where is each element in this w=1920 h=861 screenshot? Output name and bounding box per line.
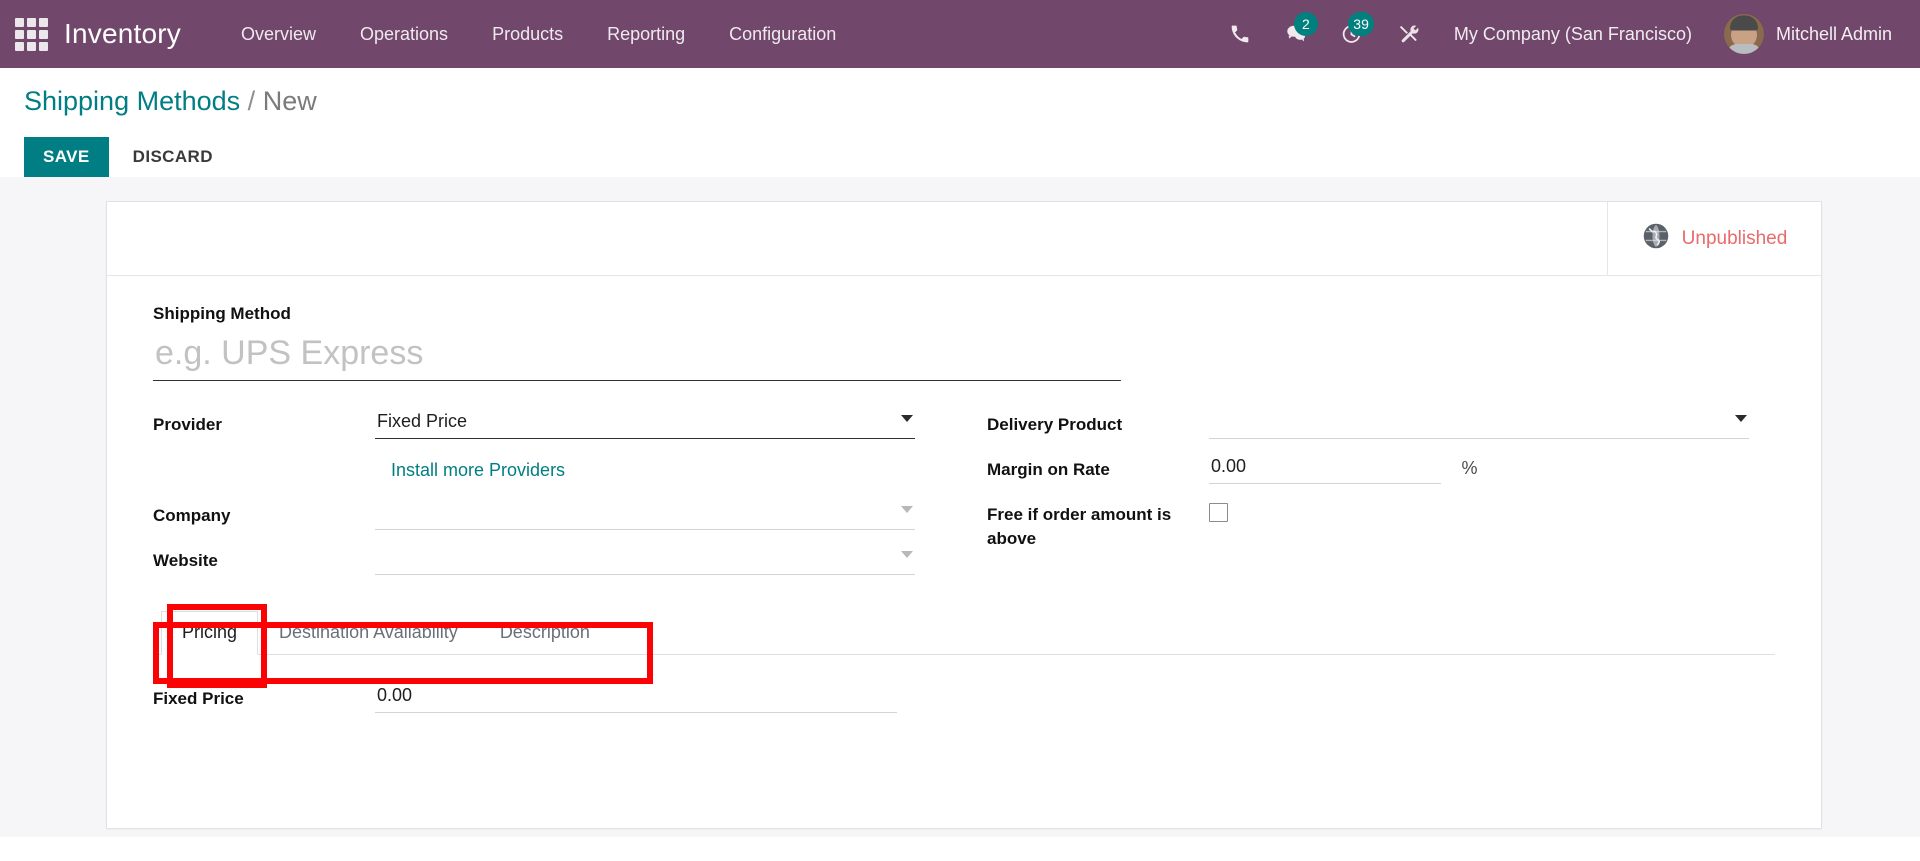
- avatar-shirt: [1726, 44, 1761, 54]
- company-control: [375, 498, 915, 530]
- form-sheet: Unpublished Shipping Method Provider Fix…: [106, 201, 1822, 829]
- field-margin-on-rate: Margin on Rate 0.00 %: [987, 452, 1749, 486]
- messages-icon[interactable]: 2: [1268, 9, 1324, 59]
- website-control: [375, 543, 915, 575]
- company-select[interactable]: [375, 498, 915, 530]
- grid-cell: [14, 29, 24, 39]
- publish-state-label: Unpublished: [1681, 227, 1788, 249]
- form-grid: Provider Fixed Price Install more Provid…: [153, 407, 1775, 588]
- control-panel-buttons: SAVE DISCARD: [24, 137, 1920, 177]
- margin-on-rate-control: 0.00 %: [1209, 452, 1749, 484]
- breadcrumb-separator: /: [247, 86, 256, 116]
- activities-clock-icon[interactable]: 39: [1324, 9, 1380, 59]
- menu-item-reporting[interactable]: Reporting: [585, 14, 707, 55]
- percent-suffix: %: [1461, 458, 1478, 478]
- shipping-method-input[interactable]: [153, 332, 1121, 381]
- menu-item-configuration[interactable]: Configuration: [707, 14, 858, 55]
- field-provider: Provider Fixed Price: [153, 407, 915, 441]
- install-providers-control: Install more Providers: [375, 452, 915, 487]
- menu-item-products[interactable]: Products: [470, 14, 585, 55]
- discard-button[interactable]: DISCARD: [109, 137, 237, 177]
- fixed-price-control: 0.00: [375, 681, 897, 713]
- notebook-tabs: Pricing Destination Availability Descrip…: [153, 610, 1775, 655]
- install-providers-spacer: [153, 452, 375, 458]
- publish-toggle[interactable]: Unpublished: [1607, 202, 1821, 275]
- statusbar-left-spacer: [107, 202, 1607, 275]
- breadcrumb-shipping-methods[interactable]: Shipping Methods: [24, 86, 240, 116]
- menu-item-operations[interactable]: Operations: [338, 14, 470, 55]
- activities-badge: 39: [1348, 12, 1374, 36]
- grid-cell: [26, 17, 36, 27]
- install-more-providers-link[interactable]: Install more Providers: [391, 460, 565, 481]
- company-switcher[interactable]: My Company (San Francisco): [1436, 14, 1710, 55]
- globe-icon: [1642, 222, 1670, 255]
- grid-cell: [38, 17, 48, 27]
- delivery-product-control: [1209, 407, 1749, 439]
- developer-tools-icon[interactable]: [1380, 9, 1436, 59]
- phone-icon[interactable]: [1212, 9, 1268, 59]
- form-column-left: Provider Fixed Price Install more Provid…: [153, 407, 915, 588]
- title-block: Shipping Method: [153, 304, 1775, 381]
- grid-cell: [14, 41, 24, 51]
- save-button[interactable]: SAVE: [24, 137, 109, 177]
- fixed-price-input[interactable]: 0.00: [375, 681, 897, 713]
- user-menu[interactable]: Mitchell Admin: [1710, 8, 1898, 60]
- control-panel: Shipping Methods / New SAVE DISCARD: [0, 68, 1920, 177]
- grid-cell: [26, 29, 36, 39]
- field-delivery-product: Delivery Product: [987, 407, 1749, 441]
- messages-badge: 2: [1293, 12, 1318, 36]
- tab-description[interactable]: Description: [479, 611, 611, 655]
- field-fixed-price: Fixed Price 0.00: [153, 681, 1775, 715]
- notebook: Pricing Destination Availability Descrip…: [153, 604, 1775, 715]
- shipping-method-label: Shipping Method: [153, 304, 291, 323]
- tab-pricing[interactable]: Pricing: [161, 611, 259, 655]
- apps-grid-icon[interactable]: [14, 17, 48, 51]
- provider-control: Fixed Price: [375, 407, 915, 439]
- navbar-systray: 2 39 My Company (San Francisco) Mitchell…: [1212, 8, 1898, 60]
- free-if-above-checkbox[interactable]: [1209, 503, 1228, 522]
- menu-item-overview[interactable]: Overview: [219, 14, 338, 55]
- tab-destination-availability[interactable]: Destination Availability: [258, 611, 479, 655]
- grid-cell: [14, 17, 24, 27]
- margin-on-rate-label: Margin on Rate: [987, 460, 1110, 479]
- user-name: Mitchell Admin: [1775, 23, 1892, 44]
- website-label: Website: [153, 551, 218, 570]
- sheet-statusbar: Unpublished: [107, 202, 1821, 276]
- breadcrumb-current: New: [262, 86, 317, 116]
- grid-cell: [38, 41, 48, 51]
- company-label: Company: [153, 506, 231, 525]
- breadcrumb: Shipping Methods / New: [24, 86, 1920, 117]
- page-body: Unpublished Shipping Method Provider Fix…: [0, 177, 1920, 837]
- fixed-price-label: Fixed Price: [153, 689, 244, 708]
- app-brand-inventory[interactable]: Inventory: [64, 18, 181, 50]
- grid-cell: [26, 41, 36, 51]
- delivery-product-label: Delivery Product: [987, 415, 1123, 434]
- pricing-pane: Fixed Price 0.00: [153, 655, 1775, 715]
- website-select[interactable]: [375, 543, 915, 575]
- field-free-if-above: Free if order amount is above: [987, 497, 1749, 551]
- provider-label: Provider: [153, 415, 222, 434]
- avatar-hair: [1729, 15, 1758, 31]
- main-menu: Overview Operations Products Reporting C…: [219, 14, 858, 55]
- top-navbar: Inventory Overview Operations Products R…: [0, 0, 1920, 68]
- field-company: Company: [153, 498, 915, 532]
- sheet-body: Shipping Method Provider Fixed Price: [107, 276, 1821, 715]
- provider-select[interactable]: Fixed Price: [375, 407, 915, 439]
- grid-cell: [38, 29, 48, 39]
- free-if-above-control: [1209, 497, 1749, 527]
- field-website: Website: [153, 543, 915, 577]
- delivery-product-select[interactable]: [1209, 407, 1749, 439]
- margin-on-rate-input[interactable]: 0.00: [1209, 452, 1441, 484]
- form-column-right: Delivery Product Margin on Rate 0.00 % F…: [987, 407, 1749, 588]
- free-if-above-label: Free if order amount is above: [987, 505, 1172, 549]
- field-install-providers: Install more Providers: [153, 452, 915, 487]
- avatar: [1723, 14, 1764, 54]
